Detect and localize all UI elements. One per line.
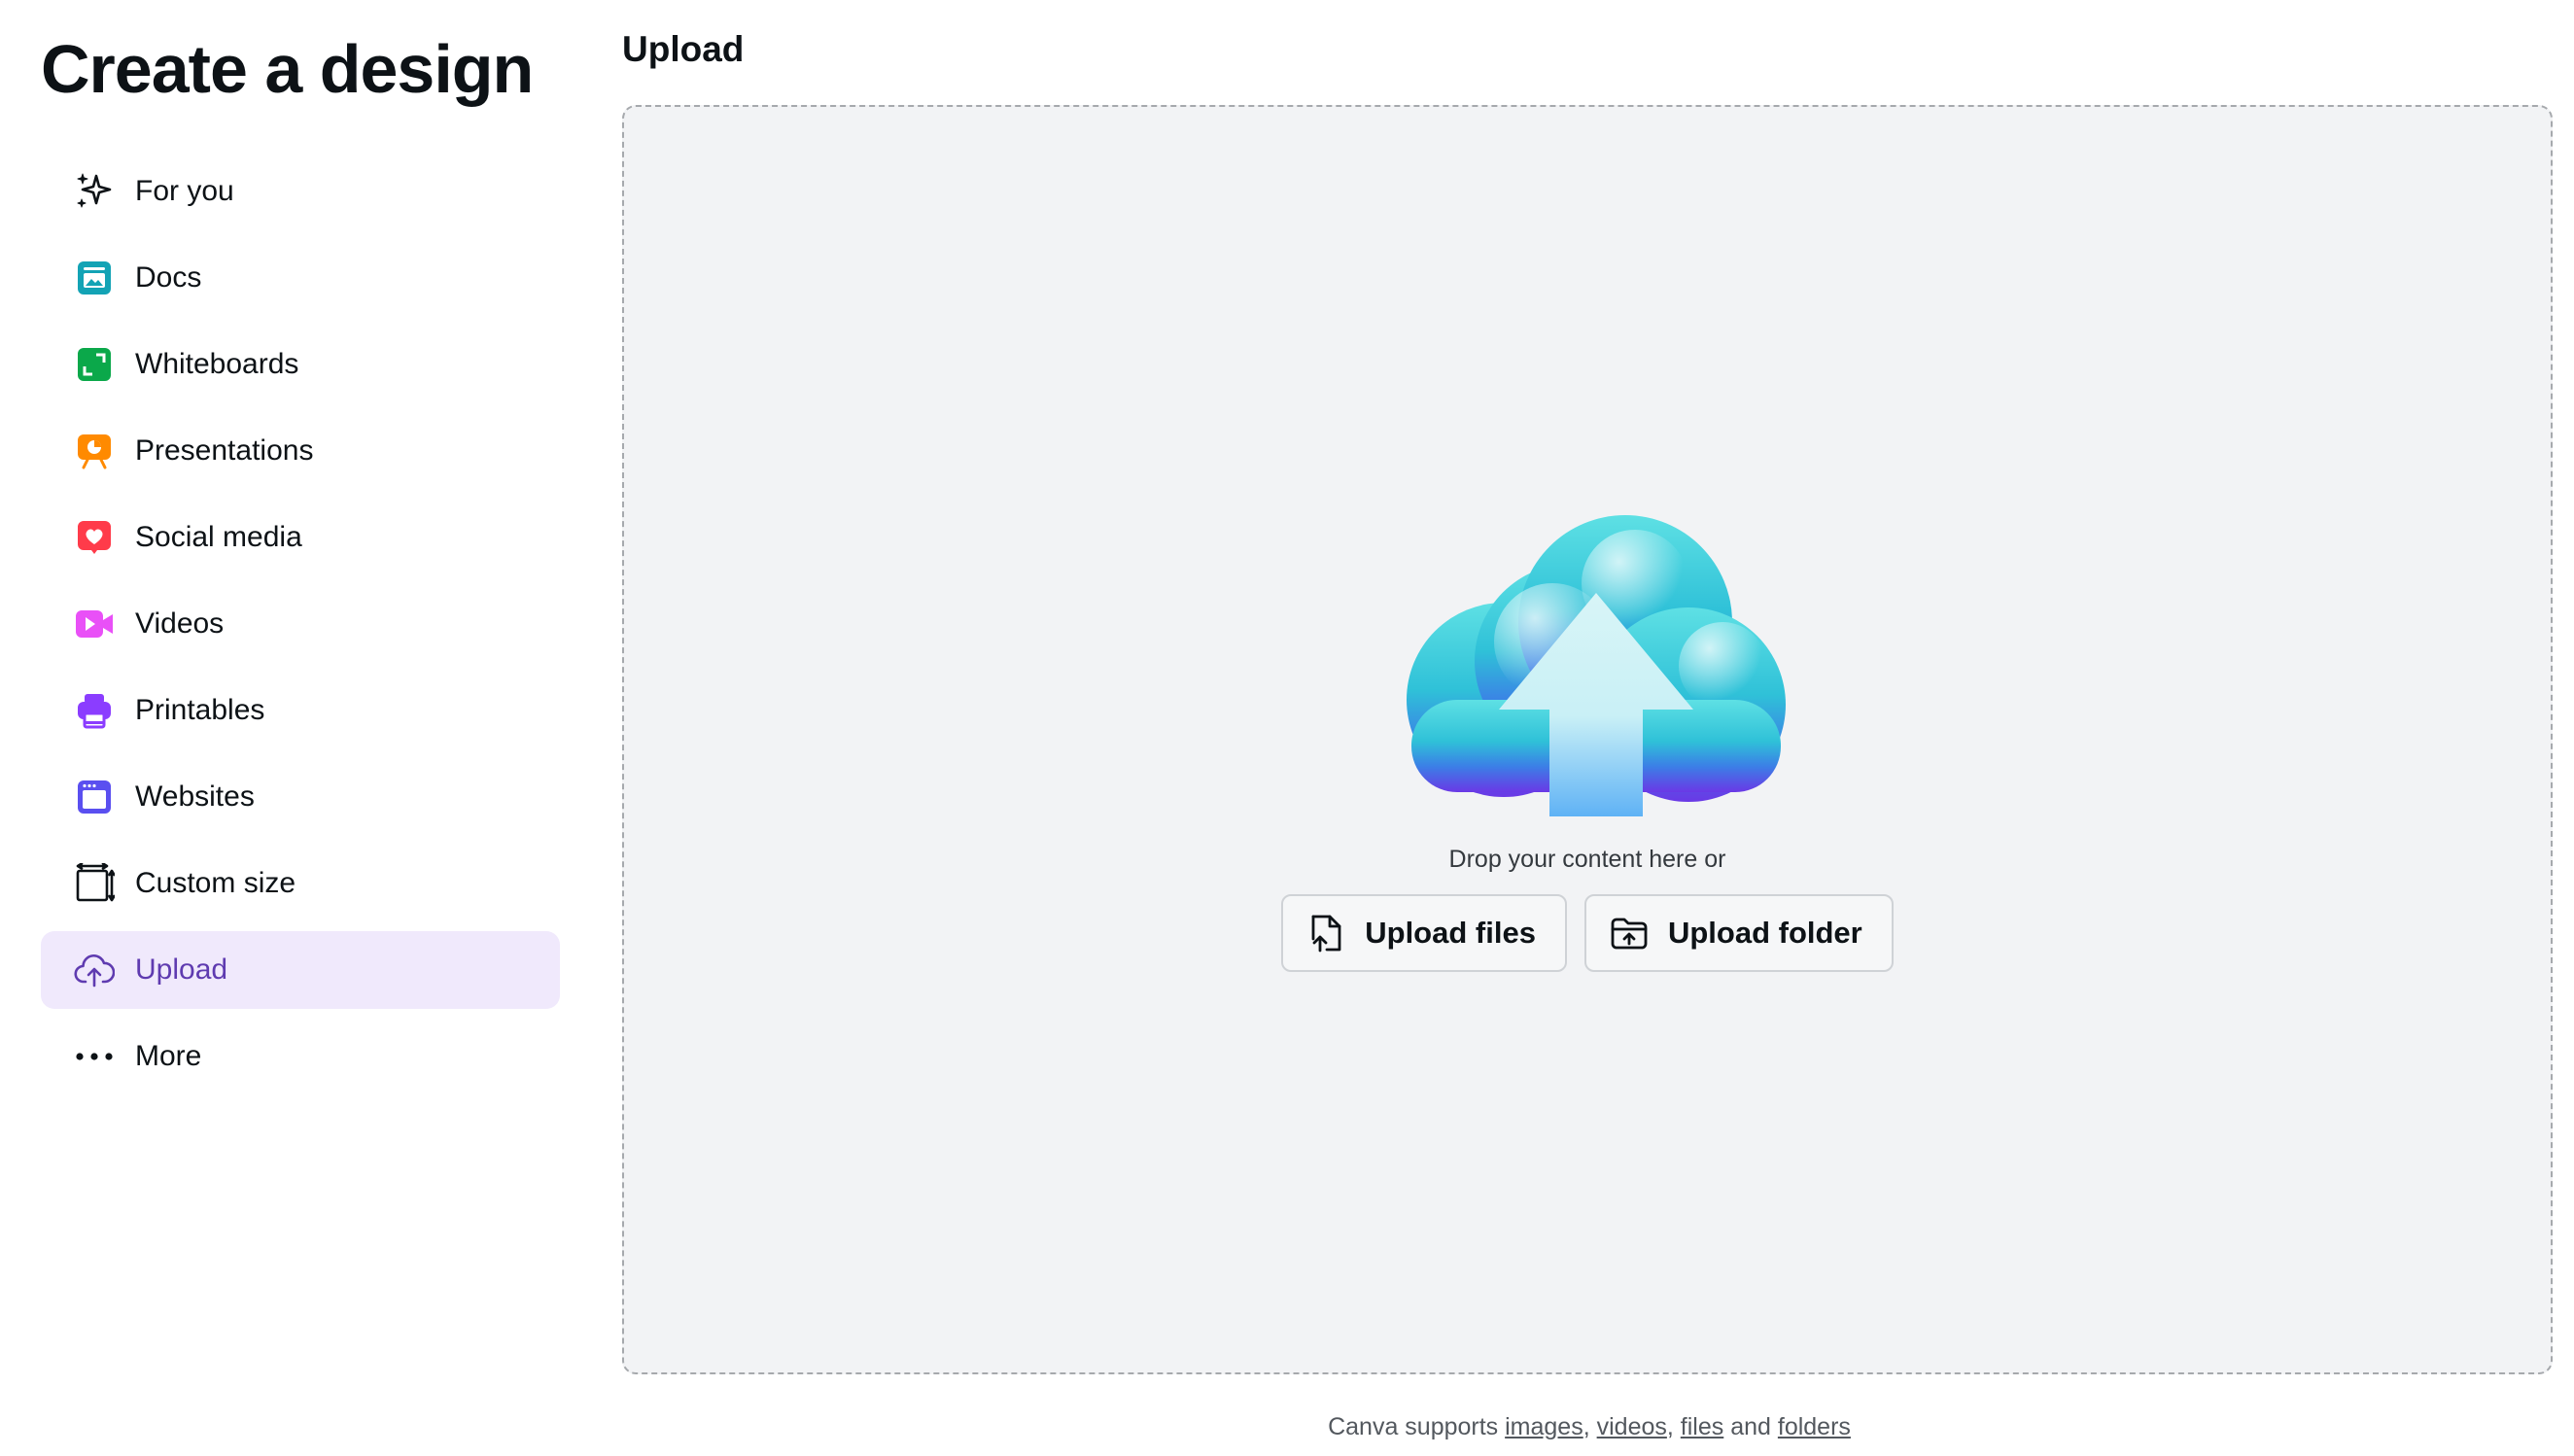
sidebar-nav: For you Docs Whiteboards Presentations S… bbox=[41, 153, 560, 1104]
more-dots-icon bbox=[73, 1035, 116, 1078]
folder-upload-icon bbox=[1610, 914, 1649, 953]
heart-icon bbox=[73, 516, 116, 559]
sidebar-item-social-media[interactable]: Social media bbox=[41, 499, 560, 576]
videos-link[interactable]: videos bbox=[1597, 1413, 1667, 1440]
upload-folder-label: Upload folder bbox=[1667, 916, 1862, 950]
sidebar-item-printables[interactable]: Printables bbox=[41, 672, 560, 749]
sidebar-item-label: Presentations bbox=[135, 434, 314, 467]
sidebar-item-upload[interactable]: Upload bbox=[41, 931, 560, 1009]
sidebar-item-label: Videos bbox=[135, 607, 225, 640]
printer-icon bbox=[73, 689, 116, 732]
sidebar-item-label: Websites bbox=[135, 780, 255, 813]
sidebar-item-whiteboards[interactable]: Whiteboards bbox=[41, 326, 560, 403]
folders-link[interactable]: folders bbox=[1778, 1413, 1851, 1440]
sparkle-icon bbox=[73, 170, 116, 213]
page-title: Create a design bbox=[41, 31, 534, 107]
sidebar-item-label: Social media bbox=[135, 521, 302, 553]
website-icon bbox=[73, 776, 116, 818]
upload-buttons: Upload files Upload folder bbox=[624, 894, 2551, 972]
main-panel: Upload Drop your content here or Upload … bbox=[622, 0, 2557, 1456]
sidebar-item-label: More bbox=[135, 1040, 202, 1072]
sidebar-item-more[interactable]: More bbox=[41, 1018, 560, 1095]
create-design-app: Create a design For you Docs Whiteboards… bbox=[0, 0, 2574, 1456]
sidebar-item-presentations[interactable]: Presentations bbox=[41, 412, 560, 490]
upload-folder-button[interactable]: Upload folder bbox=[1583, 894, 1894, 972]
custom-size-icon bbox=[73, 862, 116, 905]
images-link[interactable]: images bbox=[1505, 1413, 1583, 1440]
drop-prompt: Drop your content here or bbox=[1448, 846, 1726, 873]
upload-dropzone[interactable]: Drop your content here or Upload files U… bbox=[622, 105, 2553, 1374]
sidebar-item-label: Docs bbox=[135, 261, 202, 294]
sidebar-item-label: Whiteboards bbox=[135, 348, 299, 380]
section-title: Upload bbox=[622, 29, 745, 69]
sidebar-item-label: Upload bbox=[135, 953, 228, 986]
video-icon bbox=[73, 603, 116, 645]
footer-separator: , bbox=[1666, 1413, 1681, 1440]
sidebar-item-for-you[interactable]: For you bbox=[41, 153, 560, 230]
whiteboard-icon bbox=[73, 343, 116, 386]
sidebar: Create a design For you Docs Whiteboards… bbox=[0, 0, 583, 1456]
upload-cloud-icon bbox=[73, 949, 116, 991]
footer-separator: , bbox=[1583, 1413, 1597, 1440]
sidebar-item-websites[interactable]: Websites bbox=[41, 758, 560, 836]
supported-types-note: Canva supports images, videos, files and… bbox=[622, 1411, 2557, 1442]
upload-cloud-illustration-icon bbox=[1392, 515, 1800, 826]
sidebar-item-videos[interactable]: Videos bbox=[41, 585, 560, 663]
presentation-icon bbox=[73, 430, 116, 472]
footer-prefix: Canva supports bbox=[1328, 1413, 1506, 1440]
file-upload-icon bbox=[1306, 914, 1345, 953]
sidebar-item-label: Printables bbox=[135, 694, 265, 726]
footer-separator: and bbox=[1723, 1413, 1778, 1440]
sidebar-item-label: For you bbox=[135, 175, 234, 207]
sidebar-item-docs[interactable]: Docs bbox=[41, 239, 560, 317]
upload-files-label: Upload files bbox=[1365, 916, 1536, 950]
docs-icon bbox=[73, 257, 116, 299]
files-link[interactable]: files bbox=[1681, 1413, 1723, 1440]
upload-files-button[interactable]: Upload files bbox=[1281, 894, 1567, 972]
sidebar-item-custom-size[interactable]: Custom size bbox=[41, 845, 560, 922]
sidebar-item-label: Custom size bbox=[135, 867, 296, 899]
